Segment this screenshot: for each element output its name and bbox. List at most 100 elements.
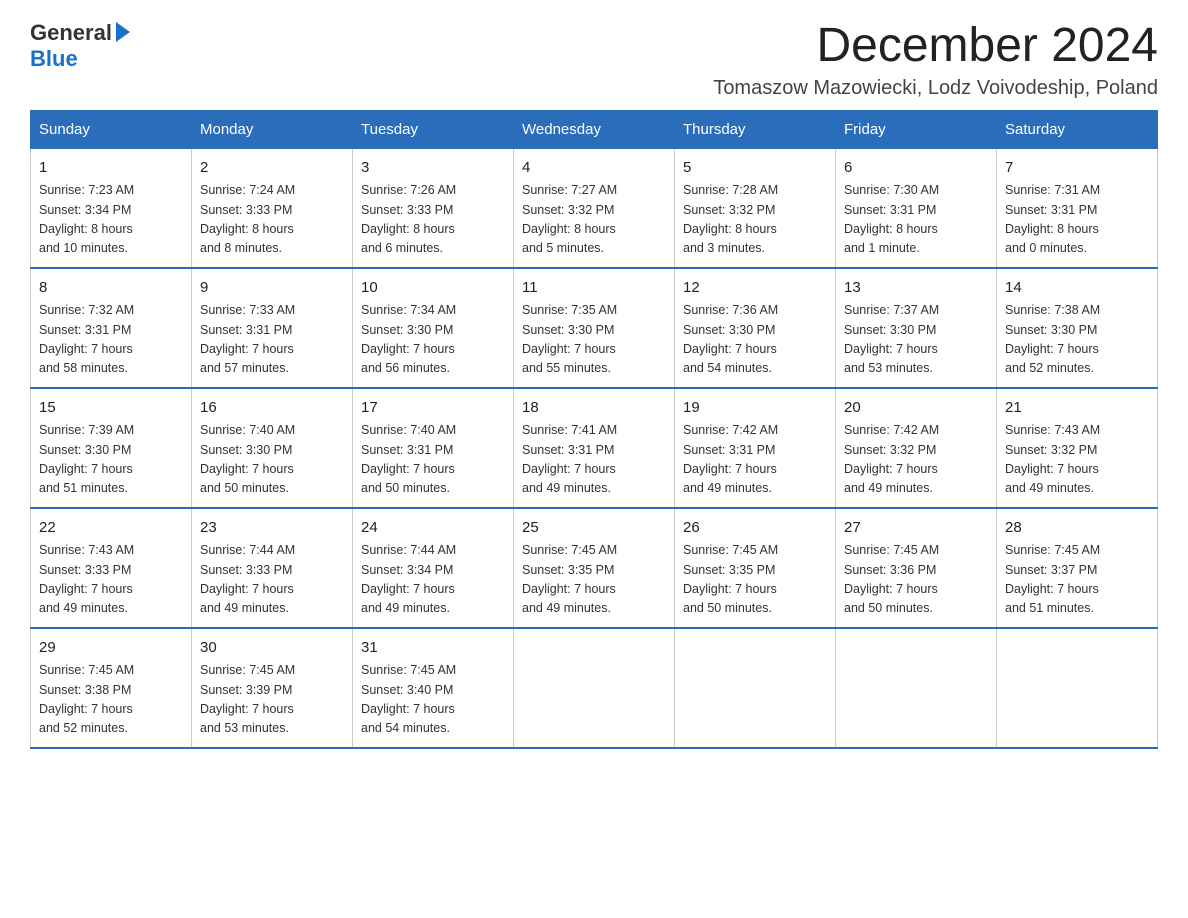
calendar-cell: 26 Sunrise: 7:45 AMSunset: 3:35 PMDaylig… <box>675 508 836 628</box>
day-number: 22 <box>39 517 183 540</box>
calendar-week-4: 22 Sunrise: 7:43 AMSunset: 3:33 PMDaylig… <box>31 508 1158 628</box>
day-info: Sunrise: 7:45 AMSunset: 3:40 PMDaylight:… <box>361 661 505 739</box>
day-info: Sunrise: 7:26 AMSunset: 3:33 PMDaylight:… <box>361 181 505 259</box>
calendar-week-2: 8 Sunrise: 7:32 AMSunset: 3:31 PMDayligh… <box>31 268 1158 388</box>
calendar-cell: 29 Sunrise: 7:45 AMSunset: 3:38 PMDaylig… <box>31 628 192 748</box>
day-info: Sunrise: 7:24 AMSunset: 3:33 PMDaylight:… <box>200 181 344 259</box>
calendar-cell: 12 Sunrise: 7:36 AMSunset: 3:30 PMDaylig… <box>675 268 836 388</box>
day-number: 20 <box>844 397 988 420</box>
calendar-cell: 22 Sunrise: 7:43 AMSunset: 3:33 PMDaylig… <box>31 508 192 628</box>
day-info: Sunrise: 7:43 AMSunset: 3:33 PMDaylight:… <box>39 541 183 619</box>
day-info: Sunrise: 7:31 AMSunset: 3:31 PMDaylight:… <box>1005 181 1149 259</box>
day-info: Sunrise: 7:44 AMSunset: 3:33 PMDaylight:… <box>200 541 344 619</box>
day-info: Sunrise: 7:42 AMSunset: 3:31 PMDaylight:… <box>683 421 827 499</box>
day-info: Sunrise: 7:32 AMSunset: 3:31 PMDaylight:… <box>39 301 183 379</box>
calendar-cell: 10 Sunrise: 7:34 AMSunset: 3:30 PMDaylig… <box>353 268 514 388</box>
calendar-cell <box>675 628 836 748</box>
day-number: 10 <box>361 277 505 300</box>
calendar-header-row: SundayMondayTuesdayWednesdayThursdayFrid… <box>31 110 1158 148</box>
day-number: 12 <box>683 277 827 300</box>
location-text: Tomaszow Mazowiecki, Lodz Voivodeship, P… <box>713 77 1158 100</box>
calendar-cell: 8 Sunrise: 7:32 AMSunset: 3:31 PMDayligh… <box>31 268 192 388</box>
day-info: Sunrise: 7:37 AMSunset: 3:30 PMDaylight:… <box>844 301 988 379</box>
day-number: 31 <box>361 637 505 660</box>
day-info: Sunrise: 7:27 AMSunset: 3:32 PMDaylight:… <box>522 181 666 259</box>
calendar-table: SundayMondayTuesdayWednesdayThursdayFrid… <box>30 110 1158 749</box>
day-number: 14 <box>1005 277 1149 300</box>
day-number: 24 <box>361 517 505 540</box>
day-info: Sunrise: 7:33 AMSunset: 3:31 PMDaylight:… <box>200 301 344 379</box>
day-header-thursday: Thursday <box>675 110 836 148</box>
day-number: 26 <box>683 517 827 540</box>
day-number: 5 <box>683 157 827 180</box>
calendar-cell: 30 Sunrise: 7:45 AMSunset: 3:39 PMDaylig… <box>192 628 353 748</box>
day-number: 23 <box>200 517 344 540</box>
day-header-wednesday: Wednesday <box>514 110 675 148</box>
day-info: Sunrise: 7:34 AMSunset: 3:30 PMDaylight:… <box>361 301 505 379</box>
day-number: 19 <box>683 397 827 420</box>
calendar-cell: 27 Sunrise: 7:45 AMSunset: 3:36 PMDaylig… <box>836 508 997 628</box>
day-number: 2 <box>200 157 344 180</box>
day-number: 21 <box>1005 397 1149 420</box>
day-number: 28 <box>1005 517 1149 540</box>
calendar-cell: 11 Sunrise: 7:35 AMSunset: 3:30 PMDaylig… <box>514 268 675 388</box>
calendar-cell: 20 Sunrise: 7:42 AMSunset: 3:32 PMDaylig… <box>836 388 997 508</box>
calendar-cell: 13 Sunrise: 7:37 AMSunset: 3:30 PMDaylig… <box>836 268 997 388</box>
day-info: Sunrise: 7:35 AMSunset: 3:30 PMDaylight:… <box>522 301 666 379</box>
day-info: Sunrise: 7:36 AMSunset: 3:30 PMDaylight:… <box>683 301 827 379</box>
day-number: 1 <box>39 157 183 180</box>
calendar-cell: 18 Sunrise: 7:41 AMSunset: 3:31 PMDaylig… <box>514 388 675 508</box>
calendar-cell: 14 Sunrise: 7:38 AMSunset: 3:30 PMDaylig… <box>997 268 1158 388</box>
day-info: Sunrise: 7:30 AMSunset: 3:31 PMDaylight:… <box>844 181 988 259</box>
calendar-cell: 4 Sunrise: 7:27 AMSunset: 3:32 PMDayligh… <box>514 148 675 268</box>
day-number: 15 <box>39 397 183 420</box>
day-number: 8 <box>39 277 183 300</box>
day-number: 13 <box>844 277 988 300</box>
day-number: 6 <box>844 157 988 180</box>
calendar-week-5: 29 Sunrise: 7:45 AMSunset: 3:38 PMDaylig… <box>31 628 1158 748</box>
calendar-cell <box>997 628 1158 748</box>
day-info: Sunrise: 7:45 AMSunset: 3:39 PMDaylight:… <box>200 661 344 739</box>
logo: General Blue <box>30 20 130 72</box>
calendar-week-3: 15 Sunrise: 7:39 AMSunset: 3:30 PMDaylig… <box>31 388 1158 508</box>
day-info: Sunrise: 7:41 AMSunset: 3:31 PMDaylight:… <box>522 421 666 499</box>
day-info: Sunrise: 7:45 AMSunset: 3:37 PMDaylight:… <box>1005 541 1149 619</box>
day-info: Sunrise: 7:28 AMSunset: 3:32 PMDaylight:… <box>683 181 827 259</box>
day-info: Sunrise: 7:23 AMSunset: 3:34 PMDaylight:… <box>39 181 183 259</box>
calendar-cell <box>514 628 675 748</box>
day-number: 9 <box>200 277 344 300</box>
day-info: Sunrise: 7:38 AMSunset: 3:30 PMDaylight:… <box>1005 301 1149 379</box>
day-number: 29 <box>39 637 183 660</box>
calendar-cell: 15 Sunrise: 7:39 AMSunset: 3:30 PMDaylig… <box>31 388 192 508</box>
calendar-cell: 6 Sunrise: 7:30 AMSunset: 3:31 PMDayligh… <box>836 148 997 268</box>
day-number: 30 <box>200 637 344 660</box>
page-header: General Blue December 2024 Tomaszow Mazo… <box>30 20 1158 100</box>
calendar-cell: 21 Sunrise: 7:43 AMSunset: 3:32 PMDaylig… <box>997 388 1158 508</box>
calendar-cell: 2 Sunrise: 7:24 AMSunset: 3:33 PMDayligh… <box>192 148 353 268</box>
day-info: Sunrise: 7:42 AMSunset: 3:32 PMDaylight:… <box>844 421 988 499</box>
logo-general-text: General <box>30 20 112 46</box>
day-number: 7 <box>1005 157 1149 180</box>
day-info: Sunrise: 7:45 AMSunset: 3:35 PMDaylight:… <box>683 541 827 619</box>
calendar-week-1: 1 Sunrise: 7:23 AMSunset: 3:34 PMDayligh… <box>31 148 1158 268</box>
logo-arrow-icon <box>116 22 130 42</box>
day-number: 25 <box>522 517 666 540</box>
day-header-monday: Monday <box>192 110 353 148</box>
day-header-saturday: Saturday <box>997 110 1158 148</box>
calendar-cell: 24 Sunrise: 7:44 AMSunset: 3:34 PMDaylig… <box>353 508 514 628</box>
day-info: Sunrise: 7:45 AMSunset: 3:35 PMDaylight:… <box>522 541 666 619</box>
day-header-sunday: Sunday <box>31 110 192 148</box>
day-info: Sunrise: 7:40 AMSunset: 3:31 PMDaylight:… <box>361 421 505 499</box>
logo-blue-text: Blue <box>30 46 78 72</box>
calendar-cell: 19 Sunrise: 7:42 AMSunset: 3:31 PMDaylig… <box>675 388 836 508</box>
day-info: Sunrise: 7:45 AMSunset: 3:38 PMDaylight:… <box>39 661 183 739</box>
day-number: 11 <box>522 277 666 300</box>
calendar-cell: 28 Sunrise: 7:45 AMSunset: 3:37 PMDaylig… <box>997 508 1158 628</box>
calendar-cell: 25 Sunrise: 7:45 AMSunset: 3:35 PMDaylig… <box>514 508 675 628</box>
day-info: Sunrise: 7:39 AMSunset: 3:30 PMDaylight:… <box>39 421 183 499</box>
day-number: 17 <box>361 397 505 420</box>
day-header-tuesday: Tuesday <box>353 110 514 148</box>
day-number: 16 <box>200 397 344 420</box>
calendar-cell: 17 Sunrise: 7:40 AMSunset: 3:31 PMDaylig… <box>353 388 514 508</box>
calendar-cell: 1 Sunrise: 7:23 AMSunset: 3:34 PMDayligh… <box>31 148 192 268</box>
